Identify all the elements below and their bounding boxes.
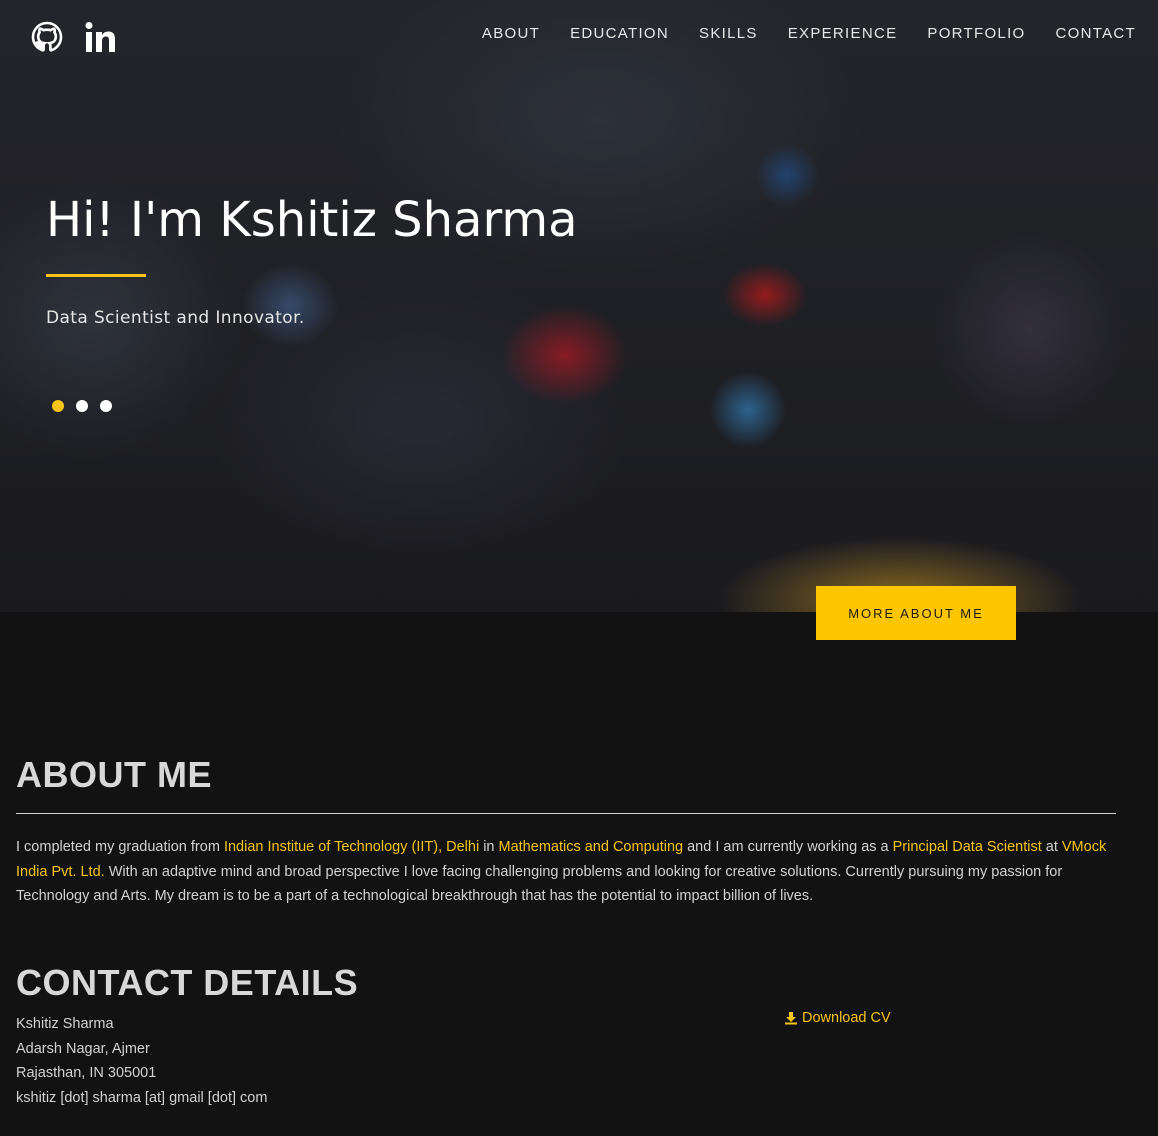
- download-cv-label: Download CV: [802, 1010, 891, 1026]
- nav-item-portfolio[interactable]: PORTFOLIO: [927, 25, 1025, 42]
- about-divider: [16, 813, 1116, 814]
- institute-highlight: Indian Institue of Technology (IIT), Del…: [223, 839, 480, 855]
- contact-title: CONTACT DETAILS: [16, 962, 359, 1003]
- carousel-dot[interactable]: [52, 400, 64, 412]
- about-text-4: at: [1041, 839, 1062, 855]
- contact-email: kshitiz [dot] sharma [at] gmail [dot] co…: [16, 1089, 268, 1106]
- contact-address-line2: Rajasthan, IN 305001: [16, 1065, 157, 1081]
- social-links: [30, 18, 118, 56]
- carousel-dot[interactable]: [100, 400, 112, 412]
- nav-item-education[interactable]: EDUCATION: [570, 25, 669, 42]
- nav-item-contact[interactable]: CONTACT: [1056, 25, 1136, 42]
- degree-highlight: Mathematics and Computing: [498, 839, 684, 855]
- about-paragraph: I completed my graduation from Indian In…: [16, 835, 1116, 909]
- download-cv-link[interactable]: Download CV: [784, 1010, 891, 1026]
- github-icon[interactable]: [30, 18, 64, 56]
- linkedin-icon[interactable]: [84, 18, 118, 56]
- nav-item-skills[interactable]: SKILLS: [699, 25, 758, 42]
- about-text-2: in: [479, 839, 499, 855]
- hero-banner: [0, 0, 1158, 612]
- about-text-3: and I am currently working as a: [683, 839, 893, 855]
- nav-item-experience[interactable]: EXPERIENCE: [788, 25, 898, 42]
- main-nav: ABOUT EDUCATION SKILLS EXPERIENCE PORTFO…: [482, 25, 1136, 42]
- download-icon: [785, 1012, 797, 1025]
- contact-address-line1: Adarsh Nagar, Ajmer: [16, 1040, 150, 1057]
- about-text-5: With an adaptive mind and broad perspect…: [16, 863, 1063, 905]
- role-highlight: Principal Data Scientist: [892, 839, 1042, 855]
- carousel-dot[interactable]: [76, 400, 88, 412]
- hero-divider: [46, 274, 146, 277]
- carousel-indicators: [52, 400, 112, 412]
- hero-subtitle: Data Scientist and Innovator.: [46, 308, 305, 328]
- nav-item-about[interactable]: ABOUT: [482, 25, 540, 42]
- hero-title: Hi! I'm Kshitiz Sharma: [46, 192, 578, 248]
- about-text-1: I completed my graduation from: [16, 839, 224, 855]
- about-title: ABOUT ME: [16, 754, 212, 795]
- more-about-me-button[interactable]: MORE ABOUT ME: [816, 586, 1016, 640]
- contact-name: Kshitiz Sharma: [16, 1016, 114, 1032]
- contact-details: Kshitiz Sharma Adarsh Nagar, Ajmer Rajas…: [16, 1012, 267, 1110]
